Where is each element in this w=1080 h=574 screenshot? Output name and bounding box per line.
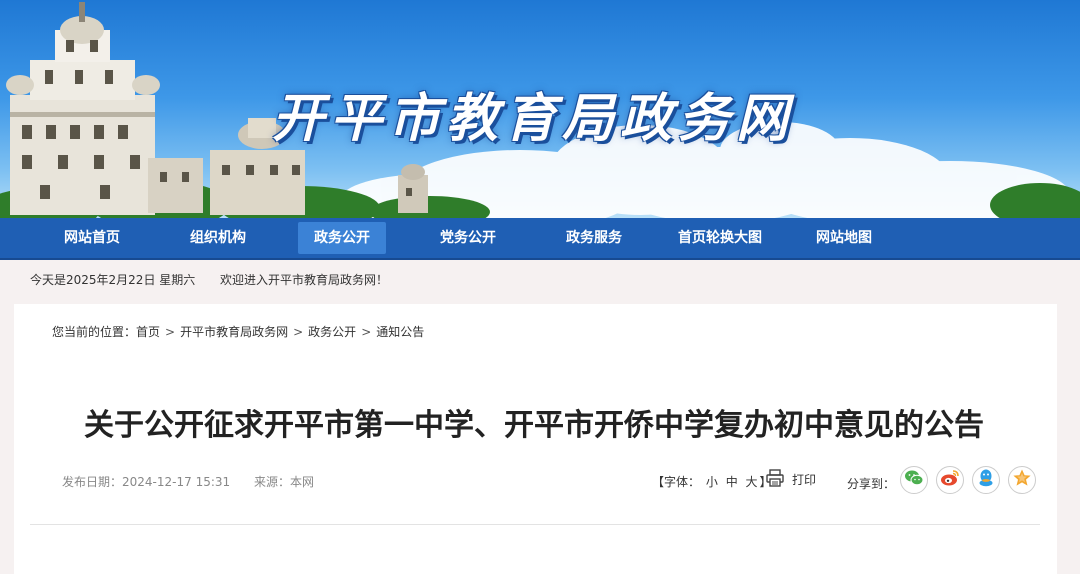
welcome-text: 欢迎进入开平市教育局政务网！ [220,273,389,287]
breadcrumb-separator: > [293,325,304,339]
share-weibo-button[interactable] [936,466,964,494]
source-value: 本网 [290,475,315,489]
breadcrumb-separator: > [361,325,372,339]
qzone-icon [1012,468,1032,492]
font-size-prefix: 【字体： [652,475,701,489]
print-button[interactable]: 打印 [766,469,816,490]
source-label: 来源： [253,475,290,489]
printer-icon [766,469,784,490]
info-bar: 今天是2025年2月22日 星期六 欢迎进入开平市教育局政务网！ [0,260,1080,298]
current-date: 今天是2025年2月22日 星期六 [30,273,196,287]
nav-item-government-affairs[interactable]: 政务公开 [298,222,386,254]
publish-date: 2024-12-17 15:31 [122,475,231,489]
qq-icon [977,468,995,492]
print-label: 打印 [792,473,817,487]
breadcrumb-item-notices[interactable]: 通知公告 [376,325,424,339]
breadcrumb-item-government-affairs[interactable]: 政务公开 [308,325,356,339]
nav-item-carousel[interactable]: 首页轮换大图 [668,222,772,254]
nav-item-home[interactable]: 网站首页 [44,222,140,254]
font-size-control: 【字体： 小 中 大】 [652,473,772,490]
breadcrumb-item-home[interactable]: 首页 [136,325,160,339]
wechat-icon [904,469,924,491]
share-qzone-button[interactable] [1008,466,1036,494]
weibo-icon [940,469,960,491]
article-meta: 发布日期：2024-12-17 15:31 来源：本网 [62,473,314,490]
breadcrumb: 您当前的位置：首页 > 开平市教育局政务网 > 政务公开 > 通知公告 [52,323,424,340]
article-title: 关于公开征求开平市第一中学、开平市开侨中学复办初中意见的公告 [84,408,984,443]
nav-item-party-affairs[interactable]: 党务公开 [420,222,516,254]
font-medium-button[interactable]: 中 [726,475,738,489]
nav-item-organization[interactable]: 组织机构 [170,222,266,254]
share-qq-button[interactable] [972,466,1000,494]
font-small-button[interactable]: 小 [706,475,718,489]
nav-item-sitemap[interactable]: 网站地图 [796,222,892,254]
article-card: 您当前的位置：首页 > 开平市教育局政务网 > 政务公开 > 通知公告 关于公开征求开平市第… [14,304,1057,574]
breadcrumb-separator: > [165,325,176,339]
meta-divider [30,524,1040,525]
nav-item-government-services[interactable]: 政务服务 [546,222,642,254]
breadcrumb-item-site[interactable]: 开平市教育局政务网 [180,325,288,339]
site-title: 开平市教育局政务网 [272,89,795,149]
breadcrumb-prefix: 您当前的位置： [52,325,137,339]
share-wechat-button[interactable] [900,466,928,494]
font-large-button[interactable]: 大 [746,475,758,489]
share-label: 分享到： [847,477,896,491]
site-banner: 开平市教育局政务网 [0,0,1080,218]
publish-date-label: 发布日期： [62,475,123,489]
main-nav: 网站首页 组织机构 政务公开 党务公开 政务服务 首页轮换大图 网站地图 [0,218,1080,260]
